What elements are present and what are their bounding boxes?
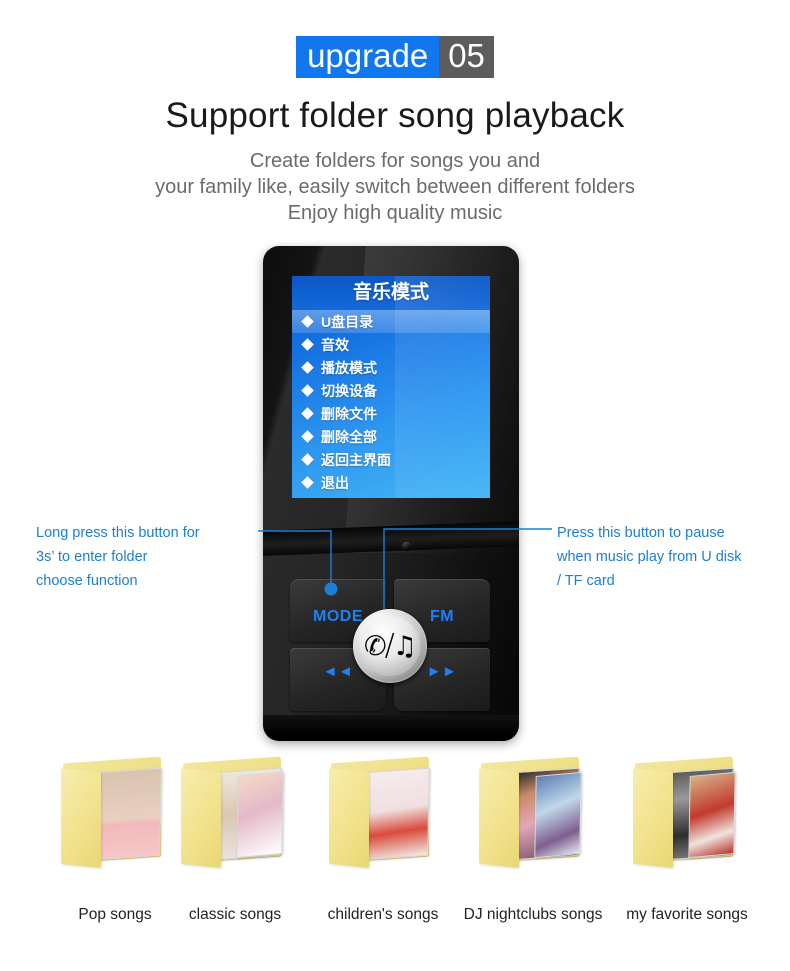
callout-left-line-2: 3s’ to enter folder bbox=[36, 549, 148, 565]
folder-row: Pop songs classic songs children's songs… bbox=[0, 756, 790, 936]
diamond-bullet-icon bbox=[301, 430, 314, 443]
screen-title: 音乐模式 bbox=[292, 276, 490, 310]
menu-item-switch-device[interactable]: 切换设备 bbox=[292, 379, 490, 402]
callout-right-text: Press this button to pause when music pl… bbox=[557, 521, 787, 593]
folder-item-childrens-songs[interactable]: children's songs bbox=[308, 756, 458, 923]
folder-front-flap bbox=[181, 767, 221, 869]
folder-label: children's songs bbox=[327, 906, 439, 923]
device-keypad: MODE FM ◄◄ ►► ✆ / ♫ bbox=[290, 579, 490, 711]
menu-item-delete-all[interactable]: 删除全部 bbox=[292, 425, 490, 448]
menu-item-label: 删除全部 bbox=[321, 428, 377, 445]
folder-label: DJ nightclubs songs bbox=[463, 906, 603, 923]
next-track-icon: ►► bbox=[426, 663, 458, 680]
diamond-bullet-icon bbox=[301, 453, 314, 466]
music-note-icon: ♫ bbox=[392, 630, 417, 662]
folder-label: my favorite songs bbox=[626, 906, 748, 923]
page-title: Support folder song playback bbox=[165, 96, 625, 135]
subtitle-line-3: Enjoy high quality music bbox=[287, 202, 503, 224]
microphone-hole-icon bbox=[402, 542, 411, 551]
mode-button-label: MODE bbox=[313, 607, 363, 625]
folder-item-dj-nightclubs-songs[interactable]: DJ nightclubs songs bbox=[458, 756, 608, 923]
callout-left-line-1: Long press this button for bbox=[36, 525, 200, 541]
folder-front-flap bbox=[479, 767, 519, 869]
phone-handset-icon: ✆ bbox=[364, 630, 387, 662]
diamond-bullet-icon bbox=[301, 361, 314, 374]
subtitle-line-2: your family like, easily switch between … bbox=[155, 176, 635, 198]
diamond-bullet-icon bbox=[301, 476, 314, 489]
fm-button-label: FM bbox=[429, 607, 455, 625]
menu-item-sound-effects[interactable]: 音效 bbox=[292, 333, 490, 356]
folder-item-my-favorite-songs[interactable]: my favorite songs bbox=[612, 756, 762, 923]
menu-item-u-disk-directory[interactable]: U盘目录 bbox=[292, 310, 490, 333]
screen-menu-list[interactable]: U盘目录 音效 播放模式 切换设备 删除文件 删除全部 返回主界面 退出 bbox=[292, 310, 490, 494]
folder-front-flap bbox=[329, 767, 369, 869]
folder-icon bbox=[175, 756, 295, 872]
menu-item-label: U盘目录 bbox=[321, 313, 374, 330]
menu-item-play-mode[interactable]: 播放模式 bbox=[292, 356, 490, 379]
previous-track-icon: ◄◄ bbox=[322, 663, 354, 680]
album-cover-sheet bbox=[362, 767, 430, 861]
folder-icon bbox=[323, 756, 443, 872]
badge-number: 05 bbox=[439, 36, 494, 78]
upgrade-badge: upgrade 05 bbox=[0, 36, 790, 78]
diamond-bullet-icon bbox=[301, 338, 314, 351]
folder-item-classic-songs[interactable]: classic songs bbox=[160, 756, 310, 923]
device-screen: 音乐模式 U盘目录 音效 播放模式 切换设备 删除文件 删除全部 返回主界面 退… bbox=[292, 276, 490, 498]
menu-item-label: 切换设备 bbox=[321, 382, 377, 399]
callout-right-line-1: Press this button to pause bbox=[557, 525, 725, 541]
page-subtitle: Create folders for songs you and your fa… bbox=[0, 148, 790, 226]
callout-left-line-3: choose function bbox=[36, 573, 138, 589]
menu-item-label: 返回主界面 bbox=[321, 451, 391, 468]
phone-music-icon: ✆ / ♫ bbox=[364, 630, 417, 662]
folder-icon bbox=[55, 756, 175, 872]
device-bottom-lip bbox=[263, 715, 519, 741]
menu-item-return-main[interactable]: 返回主界面 bbox=[292, 448, 490, 471]
badge-label: upgrade bbox=[296, 36, 440, 78]
album-cover-sheet-secondary bbox=[688, 771, 736, 859]
diamond-bullet-icon bbox=[301, 384, 314, 397]
mp3-player-device: 音乐模式 U盘目录 音效 播放模式 切换设备 删除文件 删除全部 返回主界面 退… bbox=[263, 246, 519, 741]
device-seam-band bbox=[263, 520, 519, 556]
menu-item-label: 音效 bbox=[321, 336, 349, 353]
folder-front-flap bbox=[61, 767, 101, 869]
album-cover-sheet-secondary bbox=[236, 771, 284, 859]
folder-icon bbox=[627, 756, 747, 872]
play-pause-call-button[interactable]: ✆ / ♫ bbox=[353, 609, 427, 683]
menu-item-delete-file[interactable]: 删除文件 bbox=[292, 402, 490, 425]
callout-left-text: Long press this button for 3s’ to enter … bbox=[36, 521, 276, 593]
menu-item-label: 退出 bbox=[321, 474, 349, 491]
diamond-bullet-icon bbox=[301, 315, 314, 328]
album-cover-sheet-secondary bbox=[534, 771, 582, 859]
callout-right-line-2: when music play from U disk bbox=[557, 549, 742, 565]
callout-right-line-3: / TF card bbox=[557, 573, 615, 589]
album-cover-sheet bbox=[94, 767, 162, 861]
diamond-bullet-icon bbox=[301, 407, 314, 420]
menu-item-exit[interactable]: 退出 bbox=[292, 471, 490, 494]
menu-item-label: 播放模式 bbox=[321, 359, 377, 376]
subtitle-line-1: Create folders for songs you and bbox=[249, 150, 541, 172]
folder-label: classic songs bbox=[188, 906, 282, 923]
menu-item-label: 删除文件 bbox=[321, 405, 377, 422]
folder-front-flap bbox=[633, 767, 673, 869]
folder-icon bbox=[473, 756, 593, 872]
